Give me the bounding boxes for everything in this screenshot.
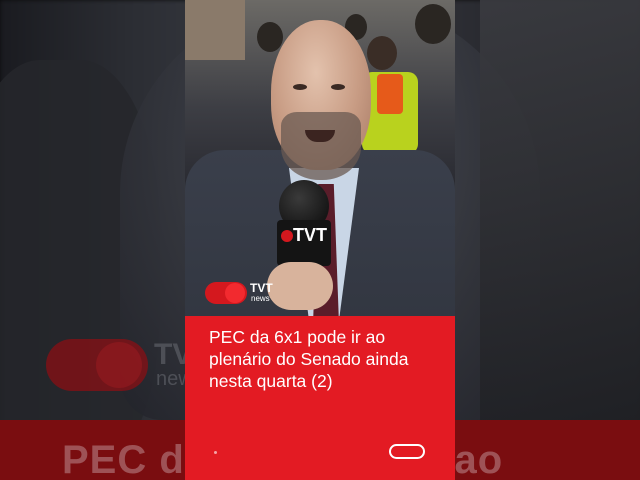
logo-text: TVT	[250, 281, 273, 295]
crowd-person	[415, 4, 451, 44]
eye	[331, 84, 345, 90]
beard	[281, 112, 361, 180]
caption-panel: PEC da 6x1 pode ir ao plenário do Senado…	[185, 316, 455, 480]
progress-dot	[214, 451, 217, 454]
microphone-flag: TVT	[277, 220, 331, 266]
blurred-figure-right	[480, 0, 640, 480]
crowd-person	[257, 22, 283, 52]
blurred-logo-icon	[46, 339, 148, 391]
headline: PEC da 6x1 pode ir ao plenário do Senado…	[209, 327, 409, 391]
video-player[interactable]: TVT news PEC da 6x1 pode ir ao TVT	[0, 0, 640, 480]
orange-shirt	[377, 74, 403, 114]
eye	[293, 84, 307, 90]
logo-subtext: news	[251, 294, 270, 303]
tvt-logo-icon	[205, 282, 247, 304]
wall	[185, 0, 245, 60]
microphone-label: TVT	[293, 225, 327, 245]
tvt-logo-icon	[281, 230, 293, 242]
channel-logo: TVT news	[205, 282, 277, 304]
pill-outline-icon[interactable]	[389, 444, 425, 459]
crowd-person	[367, 36, 397, 70]
